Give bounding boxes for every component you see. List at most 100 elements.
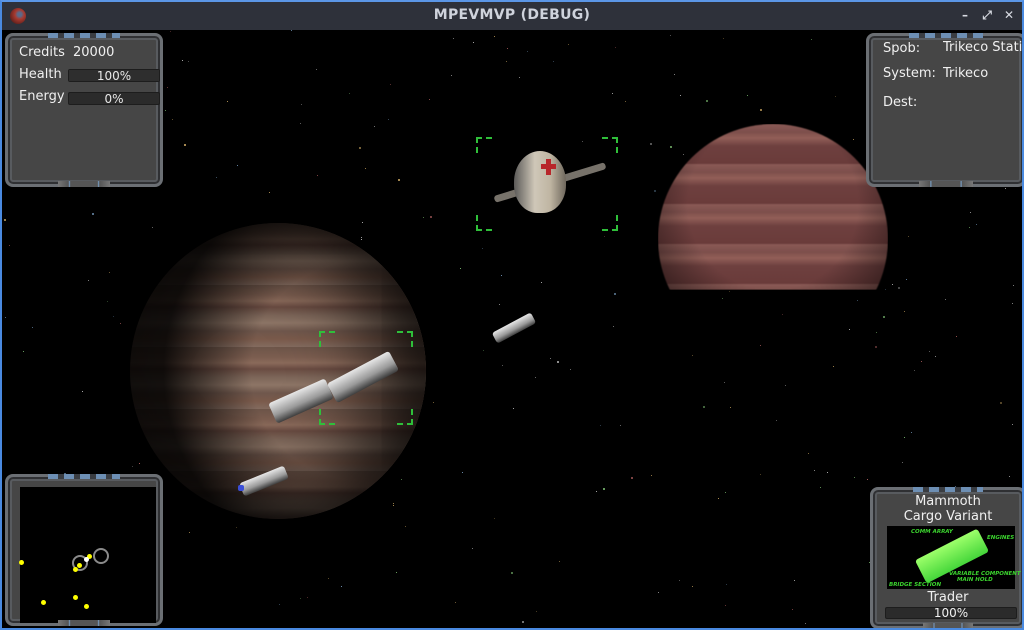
star: [726, 583, 728, 585]
star: [898, 287, 901, 290]
star: [852, 138, 854, 140]
star: [848, 329, 850, 331]
target-shield-bar: 100%: [885, 607, 1017, 619]
game-window: MPEVMVP (DEBUG) – ⤢ ✕ Credits 20000 Heal…: [0, 0, 1024, 630]
spob-label: Spob:: [883, 41, 921, 56]
star: [500, 275, 502, 277]
star: [630, 477, 633, 480]
star: [535, 611, 537, 613]
star: [813, 469, 815, 471]
star: [976, 224, 978, 226]
star: [649, 142, 652, 145]
radar-player-blip: [84, 557, 89, 562]
station-target-bracket: [476, 137, 618, 231]
star: [462, 471, 464, 473]
star: [794, 579, 796, 581]
star: [1000, 402, 1002, 405]
star: [569, 369, 571, 371]
star: [166, 86, 168, 88]
star: [945, 299, 947, 301]
star: [784, 384, 786, 386]
ship-target-bracket: [319, 331, 413, 425]
star: [834, 96, 836, 98]
star: [401, 478, 403, 480]
star: [1013, 285, 1015, 287]
star: [600, 425, 602, 427]
star: [776, 420, 778, 422]
star: [31, 327, 33, 329]
star: [236, 165, 238, 167]
star: [341, 585, 343, 587]
radar-screen[interactable]: [19, 487, 156, 623]
star: [914, 369, 916, 371]
close-button[interactable]: ✕: [1002, 6, 1016, 24]
star: [903, 436, 905, 438]
star: [956, 336, 958, 338]
star: [625, 101, 627, 103]
target-name-line1: Mammoth: [915, 494, 981, 509]
star: [393, 504, 395, 506]
star: [316, 69, 318, 71]
radar-blip: [19, 560, 24, 565]
system-label: System:: [883, 66, 936, 81]
star: [359, 147, 362, 150]
star: [393, 502, 395, 504]
star: [970, 211, 972, 213]
star: [1012, 423, 1014, 425]
star: [131, 465, 133, 467]
star: [5, 316, 7, 318]
spob-value: Trikeco Station: [943, 40, 1022, 55]
star: [747, 94, 749, 96]
star: [299, 598, 301, 600]
star: [481, 248, 483, 250]
maximize-button[interactable]: ⤢: [980, 6, 994, 24]
star: [268, 192, 270, 194]
star: [306, 597, 308, 599]
star: [364, 167, 366, 169]
star: [505, 61, 507, 63]
star: [759, 108, 762, 111]
star: [805, 622, 807, 624]
star: [669, 34, 671, 36]
star: [152, 226, 154, 228]
star: [807, 453, 809, 455]
star: [905, 278, 907, 280]
star: [614, 292, 617, 295]
star: [9, 245, 11, 247]
star: [300, 103, 302, 105]
star: [692, 585, 694, 587]
radar-blip: [73, 595, 78, 600]
star: [874, 345, 877, 348]
star: [373, 126, 375, 128]
star: [181, 59, 183, 61]
star: [792, 608, 794, 610]
star: [510, 572, 513, 575]
title-bar[interactable]: MPEVMVP (DEBUG) – ⤢ ✕: [2, 2, 1022, 30]
target-shield-value: 100%: [933, 606, 969, 620]
star: [725, 605, 727, 607]
radar-blip: [77, 563, 82, 568]
star: [535, 376, 537, 378]
star: [549, 357, 551, 359]
star: [405, 526, 407, 528]
star: [473, 41, 475, 43]
star: [669, 146, 672, 149]
health-value: 100%: [96, 69, 132, 83]
star: [910, 431, 912, 433]
star: [171, 118, 173, 120]
star: [81, 390, 83, 392]
player-ship-engine-glow: [238, 485, 244, 491]
minimize-button[interactable]: –: [958, 6, 972, 24]
star: [819, 486, 821, 488]
star: [679, 94, 681, 96]
star: [658, 591, 660, 593]
credits-value: 20000: [73, 45, 115, 60]
star: [853, 476, 855, 478]
star: [119, 322, 121, 324]
star: [717, 498, 719, 500]
star: [1005, 188, 1007, 190]
star: [169, 30, 171, 32]
star: [908, 236, 910, 237]
star: [827, 472, 829, 474]
game-viewport[interactable]: Credits 20000 Health 100% Energy 0% Spob…: [2, 30, 1022, 628]
